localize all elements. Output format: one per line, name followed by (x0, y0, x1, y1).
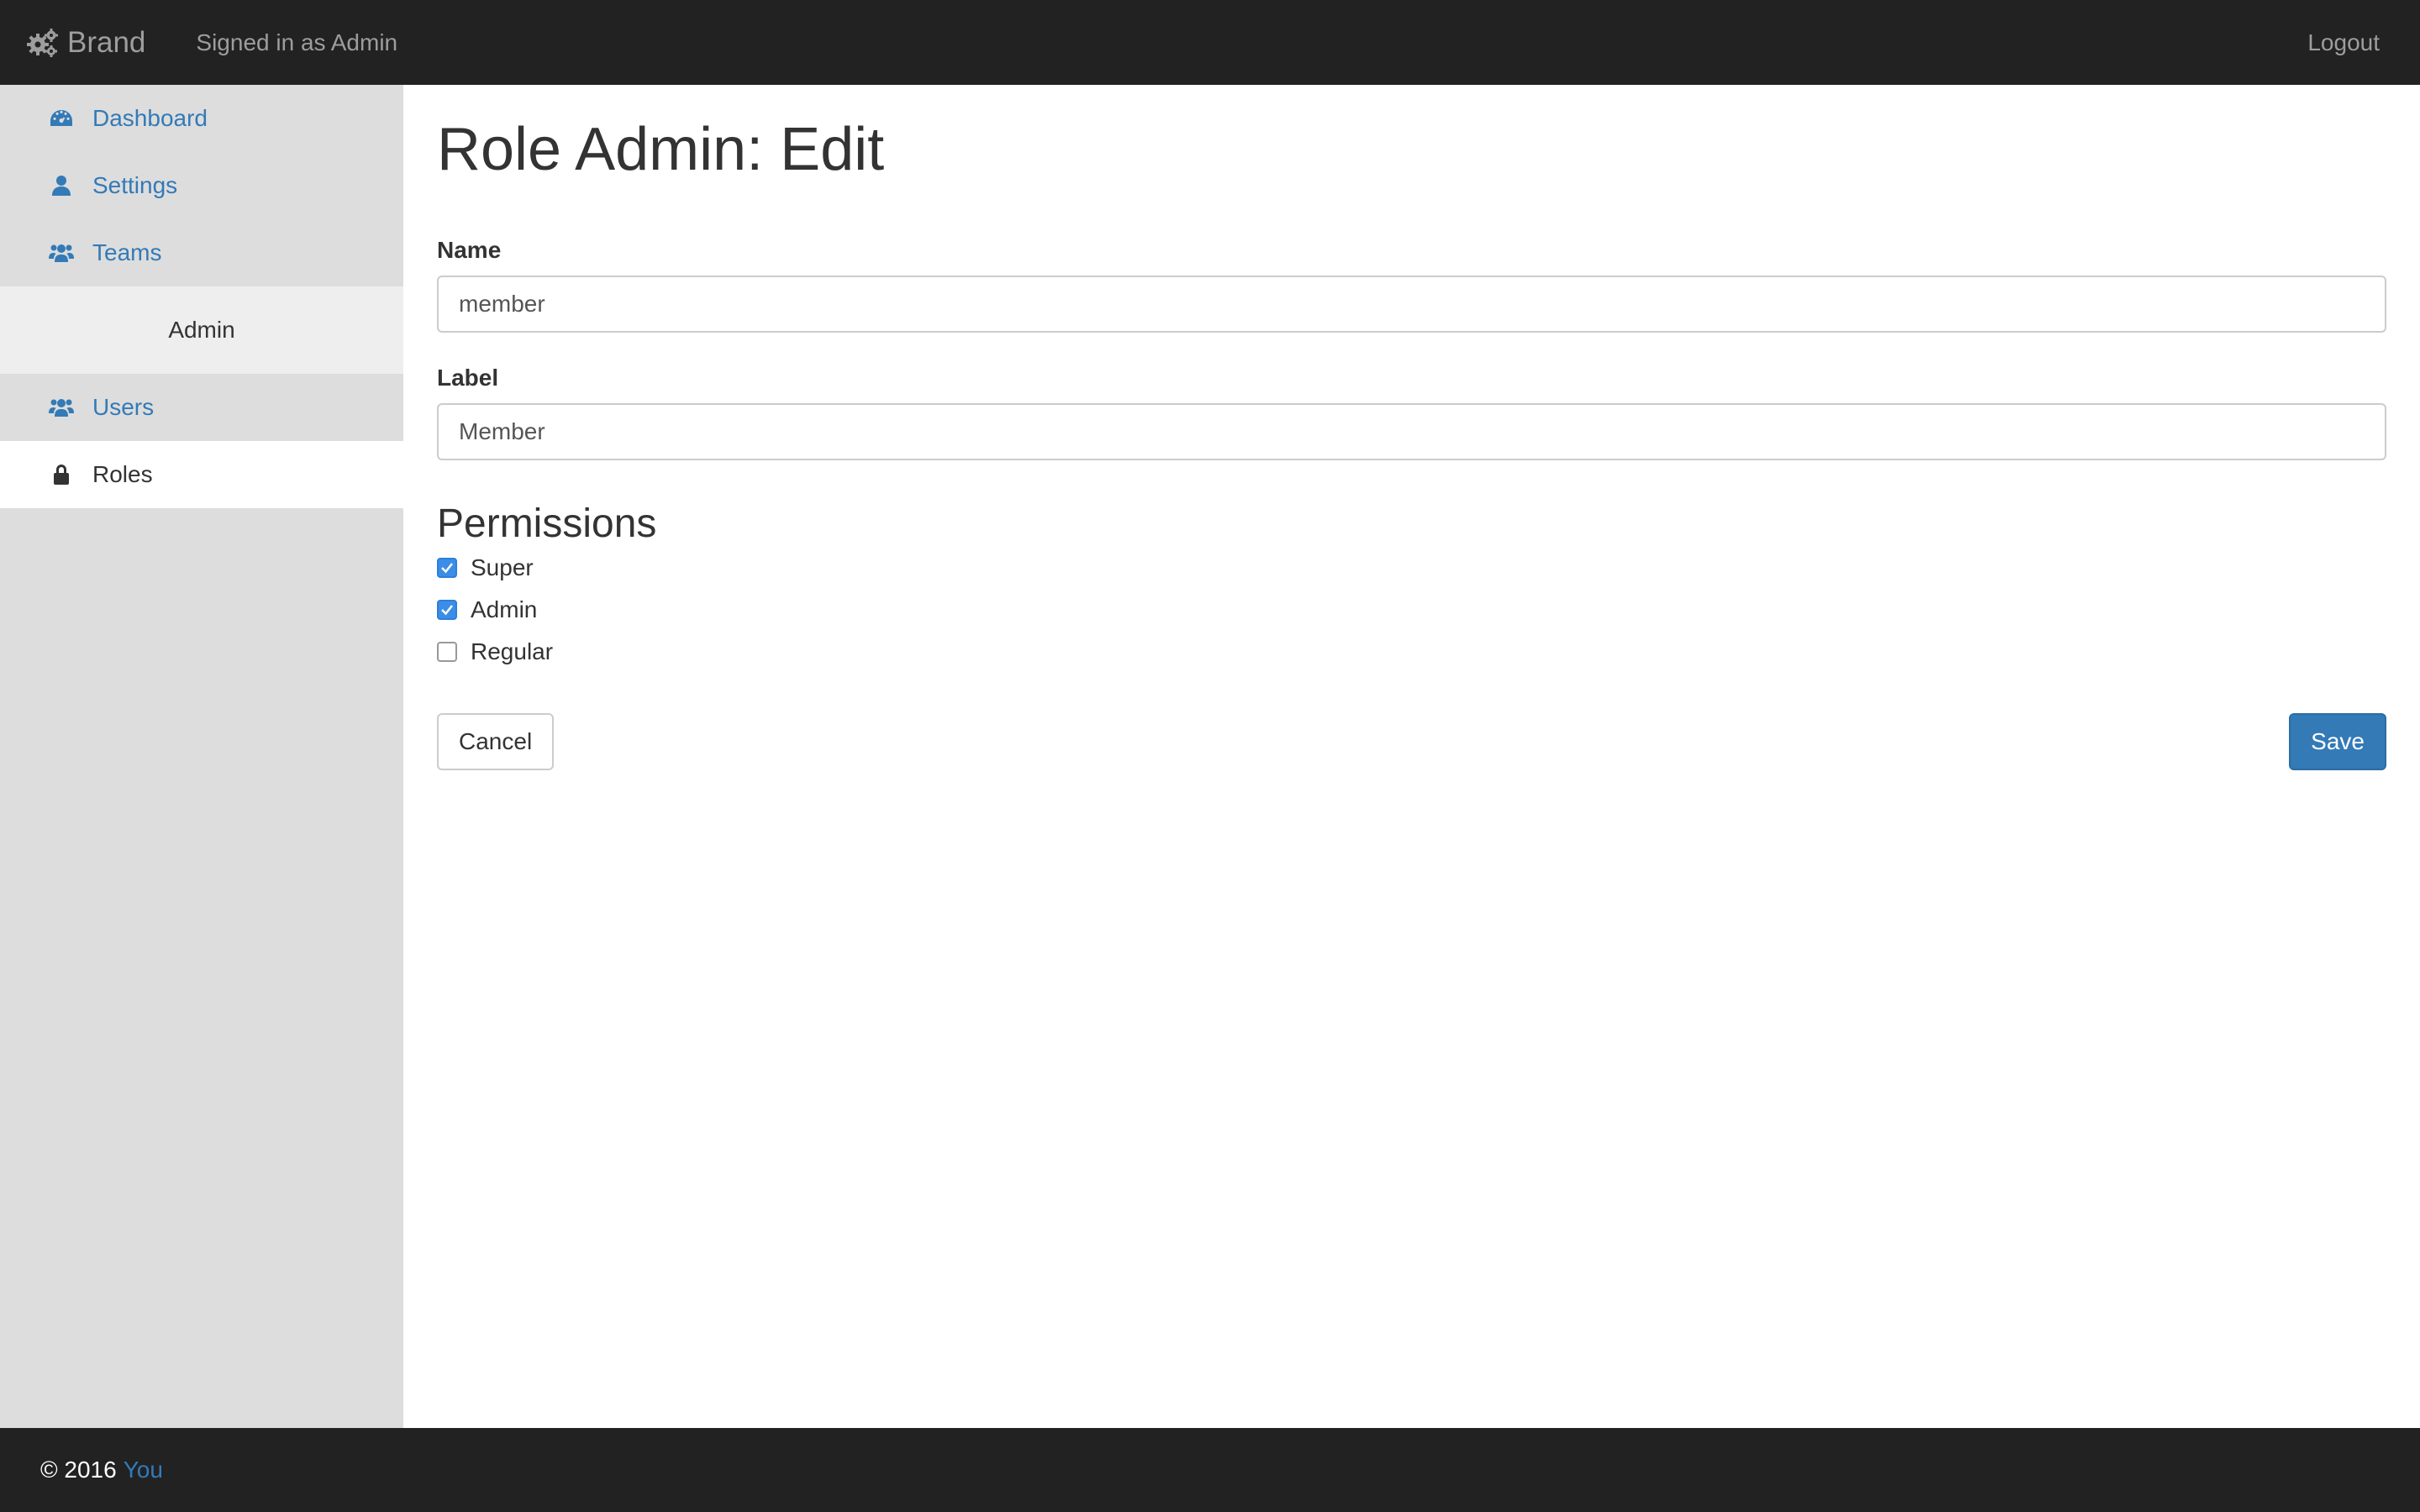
sidebar-item-users[interactable]: Users (0, 374, 403, 441)
cancel-button[interactable]: Cancel (437, 713, 555, 771)
sidebar-item-roles[interactable]: Roles (0, 441, 403, 508)
logout-link[interactable]: Logout (2307, 0, 2380, 85)
name-label: Name (437, 237, 502, 264)
permissions-heading: Permissions (437, 501, 657, 547)
label-label: Label (437, 365, 499, 391)
sidebar-item-settings[interactable]: Settings (0, 152, 403, 219)
checkbox-admin[interactable] (437, 600, 457, 621)
name-form-group: Name (437, 237, 2386, 333)
sidebar-item-label: Dashboard (92, 105, 208, 131)
gears-icon (27, 28, 58, 57)
permission-regular[interactable]: Regular (437, 631, 2386, 673)
permission-label: Admin (471, 596, 538, 623)
form-actions: Cancel Save (437, 713, 2386, 771)
brand-label: Brand (67, 25, 146, 59)
page-title: Role Admin: Edit (437, 116, 885, 183)
brand-link[interactable]: Brand (25, 26, 145, 60)
sidebar-item-label: Teams (92, 239, 162, 265)
checkbox-super[interactable] (437, 558, 457, 579)
permission-admin[interactable]: Admin (437, 589, 2386, 631)
save-button[interactable]: Save (2289, 713, 2386, 771)
sidebar: Dashboard Settings Teams Admin Users Rol… (0, 85, 403, 1428)
users-icon (49, 399, 74, 417)
users-icon (49, 244, 74, 262)
permission-super[interactable]: Super (437, 547, 2386, 589)
user-icon (52, 176, 71, 196)
signed-in-text: Signed in as Admin (196, 29, 398, 55)
label-form-group: Label (437, 365, 2386, 461)
footer: © 2016 You (0, 1428, 2420, 1512)
label-input[interactable] (437, 403, 2386, 461)
checkbox-regular[interactable] (437, 642, 457, 663)
sidebar-item-label: Settings (92, 172, 178, 198)
dashboard-icon (50, 110, 72, 126)
lock-icon (54, 465, 69, 485)
footer-you-link[interactable]: You (124, 1457, 163, 1483)
main-content: Role Admin: Edit Name Label Permissions … (437, 85, 2386, 771)
check-icon (441, 605, 453, 616)
name-input[interactable] (437, 276, 2386, 333)
sidebar-section-admin: Admin (0, 286, 403, 374)
sidebar-item-teams[interactable]: Teams (0, 219, 403, 286)
sidebar-item-dashboard[interactable]: Dashboard (0, 85, 403, 152)
sidebar-item-label: Users (92, 394, 155, 420)
top-navbar: Brand Signed in as Admin Logout (0, 0, 2420, 85)
sidebar-item-label: Roles (92, 461, 153, 487)
copyright-text: © 2016 (40, 1457, 117, 1483)
permission-label: Regular (471, 638, 554, 665)
check-icon (441, 563, 453, 574)
permission-label: Super (471, 554, 534, 581)
